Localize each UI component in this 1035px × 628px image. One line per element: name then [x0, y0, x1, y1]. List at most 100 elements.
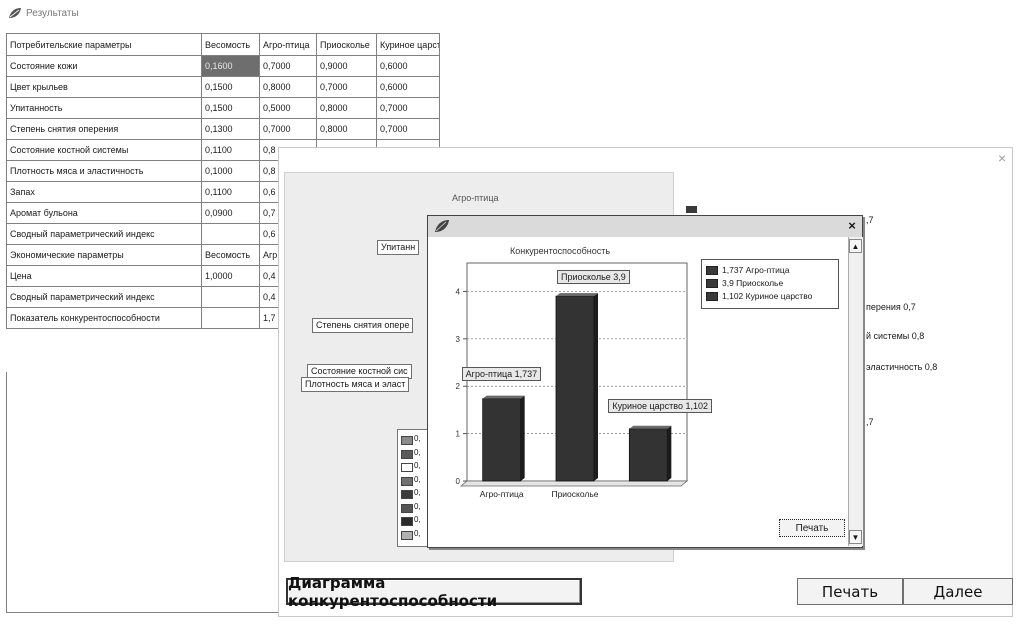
table-header-cell[interactable]: Приосколье [316, 33, 377, 56]
table-cell[interactable]: 0,8000 [316, 97, 377, 119]
axis-label-upitannost: Упитанн [377, 240, 420, 255]
legend-value: 0, [414, 501, 421, 511]
popup-print-button[interactable]: Печать [779, 519, 845, 537]
bar-top [556, 293, 598, 297]
table-row: Степень снятия оперения 0,1300 0,7000 0,800… [6, 118, 440, 140]
right-value-1: ,7 [866, 215, 874, 225]
right-value-4: эластичность 0,8 [866, 362, 938, 372]
legend-swatch [401, 490, 413, 499]
data-label: Агро-птица 1,737 [461, 366, 542, 381]
table-cell[interactable]: 0,8000 [259, 76, 317, 98]
table-cell[interactable]: Цвет крыльев [6, 76, 202, 98]
legend-swatch [401, 476, 413, 486]
table-row: Цвет крыльев 0,1500 0,8000 0,7000 0,6000 [6, 76, 440, 98]
table-cell[interactable]: Состояние кожи [6, 55, 202, 77]
popup-leaf-icon [435, 220, 449, 232]
x-tick-label: Приосколье [551, 489, 598, 499]
scroll-up-icon[interactable]: ▲ [849, 239, 862, 253]
table-cell[interactable] [201, 307, 260, 329]
legend-item: 1,737 Агро-птица [706, 265, 790, 275]
table-row: Упитанность 0,1500 0,5000 0,8000 0,7000 [6, 97, 440, 119]
table-cell[interactable]: 0,8000 [316, 118, 377, 140]
y-tick-label: 4 [456, 287, 461, 296]
right-value-5: ,7 [866, 417, 874, 427]
table-cell[interactable]: 0,0900 [201, 202, 260, 224]
table-header-cell[interactable]: Куриное царство [376, 33, 440, 56]
bar-chart: 0 1 2 3 4 Агро-птица Приосколье [456, 262, 689, 499]
bar [555, 295, 595, 482]
y-tick-label: 2 [456, 382, 461, 391]
table-cell[interactable]: 0,5000 [259, 97, 317, 119]
table-cell[interactable]: 0,1100 [201, 139, 260, 161]
data-label: Приосколье 3,9 [557, 270, 630, 285]
table-cell[interactable]: 0,7000 [376, 118, 440, 140]
plot-floor [459, 480, 689, 487]
bar-side [667, 425, 672, 481]
table-cell[interactable] [201, 286, 260, 308]
table-cell[interactable]: 0,1500 [201, 76, 260, 98]
table-header-cell[interactable]: Агро-птица [259, 33, 317, 56]
table-cell[interactable]: Цена [6, 265, 202, 287]
panel-close-icon[interactable]: × [998, 150, 1006, 166]
table-cell[interactable]: 0,7000 [316, 76, 377, 98]
table-header-cell[interactable]: Потребительские параметры [6, 33, 202, 56]
next-button[interactable]: Далее [903, 578, 1013, 605]
table-cell[interactable]: 0,1600 [201, 55, 260, 77]
table-cell[interactable]: Экономические параметры [6, 244, 202, 266]
table-cell[interactable]: 0,7000 [259, 55, 317, 77]
y-tick-label: 0 [456, 477, 461, 486]
table-cell[interactable]: Аромат бульона [6, 202, 202, 224]
table-cell[interactable]: 0,1500 [201, 97, 260, 119]
legend-value: 0, [414, 488, 421, 497]
legend-value: 0, [414, 461, 421, 470]
radar-chart-title: Агро-птица [452, 193, 499, 203]
bar [628, 428, 668, 482]
table-cell[interactable]: 0,9000 [316, 55, 377, 77]
table-cell[interactable]: Показатель конкурентоспособности [6, 307, 202, 329]
legend-item: 1,102 Куриное царство [706, 291, 812, 301]
table-cell[interactable] [201, 223, 260, 245]
table-cell[interactable]: Сводный параметрический индекс [6, 223, 202, 245]
legend-swatch [401, 463, 413, 472]
legend-value: 0, [414, 528, 421, 538]
x-tick-label: Агро-птица [480, 489, 524, 499]
data-label: Куриное царство 1,102 [608, 398, 712, 413]
print-button[interactable]: Печать [797, 578, 903, 605]
table-cell[interactable]: Состояние костной системы [6, 139, 202, 161]
table-cell[interactable]: Сводный параметрический индекс [6, 286, 202, 308]
table-cell[interactable]: Запах [6, 181, 202, 203]
table-header-row: Потребительские параметры Весомость Агро-п… [6, 33, 440, 56]
popup-titlebar[interactable] [428, 216, 862, 237]
table-cell[interactable]: 0,1100 [201, 181, 260, 203]
table-row: Состояние кожи 0,1600 0,7000 0,9000 0,6000 [6, 55, 440, 77]
legend-swatch [401, 503, 413, 513]
table-cell[interactable]: 0,7000 [376, 97, 440, 119]
right-value-2: перения 0,7 [866, 302, 916, 312]
table-cell[interactable]: 0,1000 [201, 160, 260, 182]
app-leaf-icon [9, 8, 21, 18]
table-cell[interactable]: 0,6000 [376, 76, 440, 98]
table-cell[interactable]: Степень снятия оперения [6, 118, 202, 140]
table-cell[interactable]: 1,0000 [201, 265, 260, 287]
scroll-down-icon[interactable]: ▼ [849, 530, 862, 544]
table-cell[interactable]: 0,6000 [376, 55, 440, 77]
legend-swatch [706, 265, 718, 275]
legend-swatch [401, 449, 413, 459]
axis-label-plotnost: Плотность мяса и эласт [301, 377, 410, 392]
right-value-3: й системы 0,8 [866, 331, 925, 341]
table-cell[interactable]: Плотность мяса и эластичность [6, 160, 202, 182]
legend-value: 0, [414, 515, 421, 524]
table-cell[interactable]: Упитанность [6, 97, 202, 119]
table-cell[interactable]: 0,1300 [201, 118, 260, 140]
popup-close-icon[interactable]: × [846, 219, 858, 233]
y-tick-label: 1 [456, 430, 461, 439]
axis-label-stepen: Степень снятия опере [312, 318, 414, 333]
table-header-cell[interactable]: Весомость [201, 33, 260, 56]
diagram-button[interactable]: Диаграмма конкурентоспособности [286, 574, 582, 610]
popup-scrollbar[interactable]: ▲ ▼ [848, 237, 863, 546]
table-cell[interactable]: 0,7000 [259, 118, 317, 140]
legend-swatch [401, 530, 413, 540]
table-cell[interactable]: Весомость [201, 244, 260, 266]
window-title-text: Результаты [26, 7, 79, 19]
bar-side [520, 395, 525, 481]
